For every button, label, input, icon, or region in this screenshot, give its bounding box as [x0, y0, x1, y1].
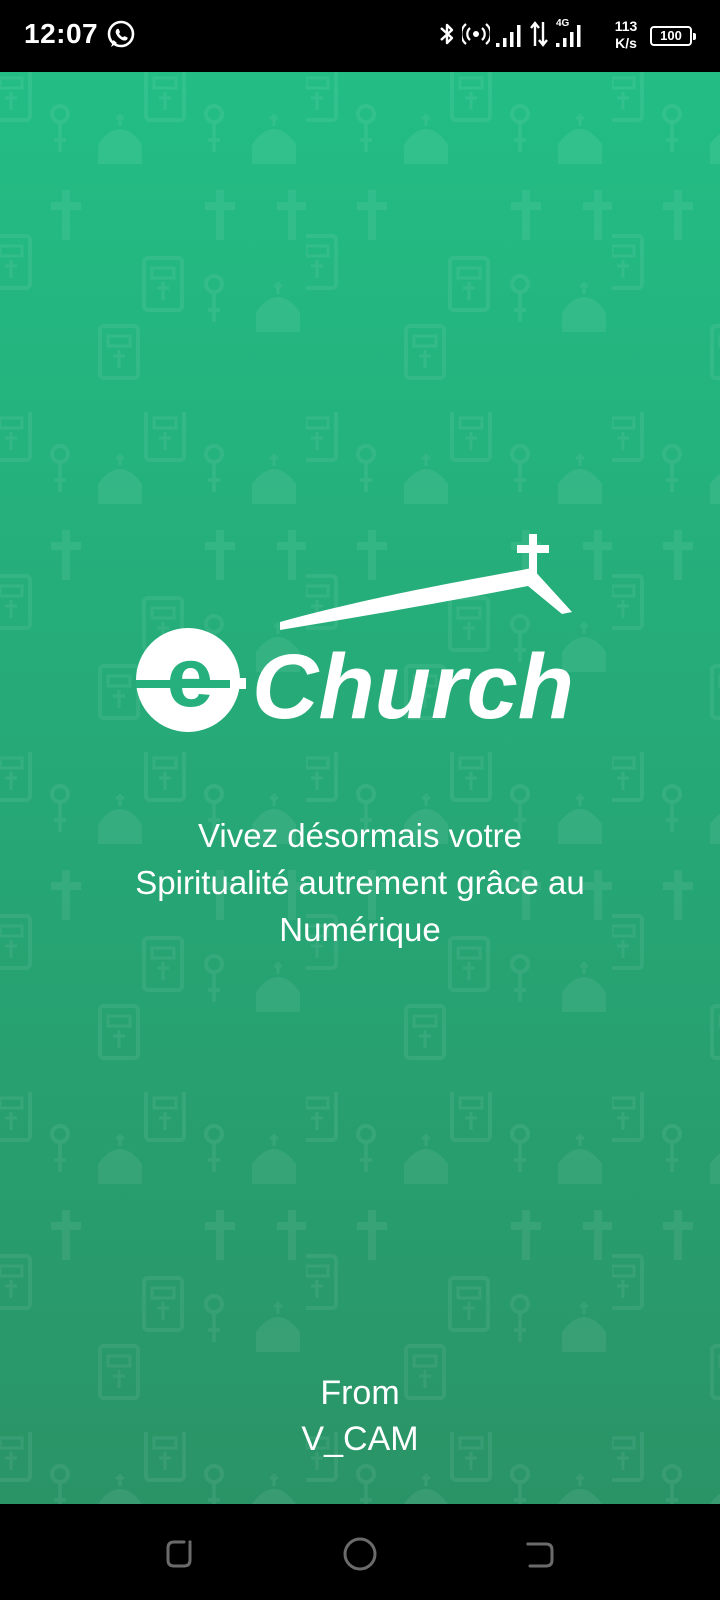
logo-prefix: e: [167, 630, 214, 724]
tagline-line-3: Numérique: [279, 911, 441, 948]
network-speed-value: 113: [614, 18, 638, 34]
status-time: 12:07: [24, 18, 99, 49]
home-icon: [343, 1537, 377, 1571]
signal-4g-icon: 4G: [554, 16, 584, 52]
battery-icon: 100: [650, 26, 696, 46]
splash-screen: e Church Vivez désormais votre Spiritual…: [0, 72, 720, 1504]
background-pattern: [0, 72, 720, 1504]
navigation-bar: [0, 1504, 720, 1600]
hotspot-icon: [460, 16, 492, 57]
network-speed: 113 K/s: [608, 18, 644, 52]
tagline-line-1: Vivez désormais votre: [197, 817, 523, 854]
tagline-line-2: Spiritualité autrement grâce au: [135, 864, 585, 901]
tagline: Vivez désormais votre Spiritualité autre…: [60, 812, 660, 953]
signal-icon: [494, 16, 524, 57]
publisher-credit: From V_CAM: [160, 1370, 560, 1462]
back-icon: [526, 1542, 554, 1568]
network-speed-unit: K/s: [615, 35, 637, 51]
status-bar: 12:07 4G 113 K/s 100: [0, 0, 720, 72]
company-name: V_CAM: [301, 1420, 419, 1458]
back-button[interactable]: [520, 1534, 560, 1574]
data-arrows-icon: [528, 16, 550, 57]
bluetooth-icon: [436, 16, 458, 57]
whatsapp-icon: [106, 20, 136, 55]
status-indicators: 4G 113 K/s 100: [436, 16, 696, 56]
echurch-logo: e Church: [134, 534, 596, 744]
recents-icon: [166, 1540, 192, 1568]
recents-button[interactable]: [160, 1534, 200, 1574]
from-label: From: [320, 1374, 400, 1412]
home-button[interactable]: [340, 1534, 380, 1574]
logo-name: Church: [252, 636, 574, 738]
